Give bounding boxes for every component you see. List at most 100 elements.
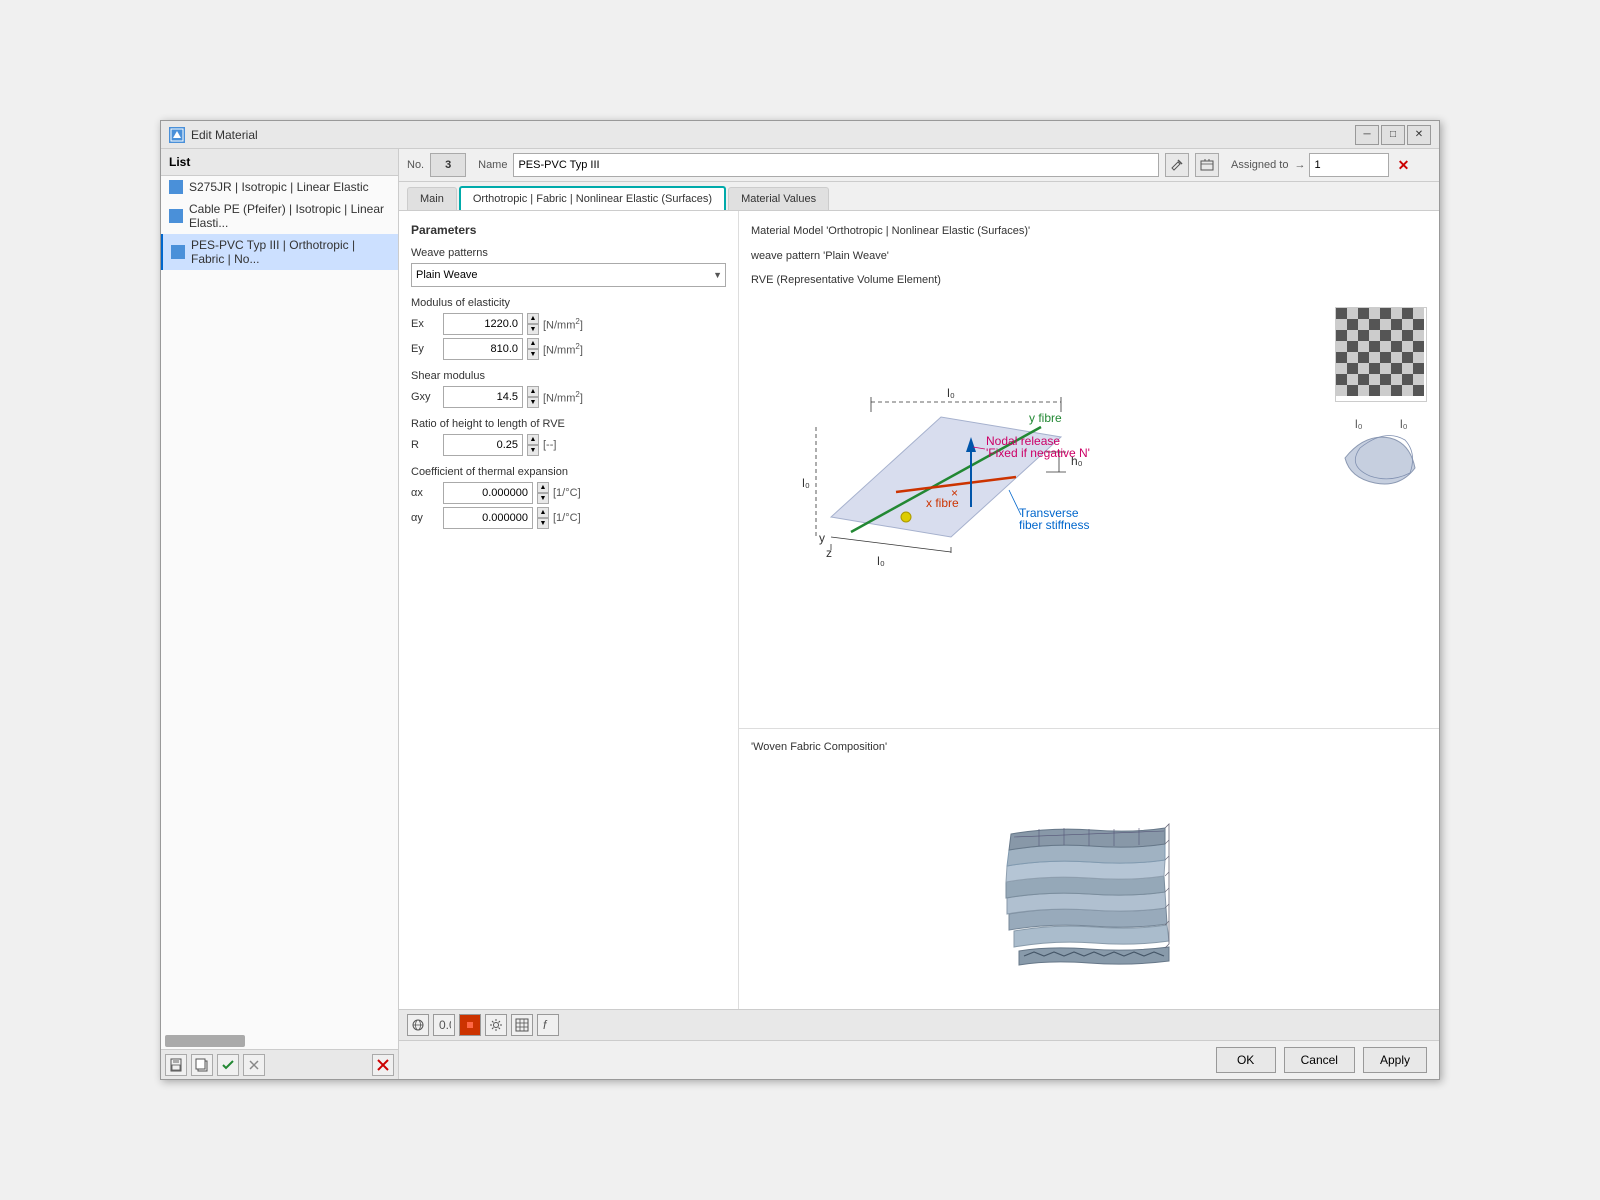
apply-button[interactable]: Apply	[1363, 1047, 1427, 1073]
number-icon-button[interactable]: 0.0	[433, 1014, 455, 1036]
tab-material-values[interactable]: Material Values	[728, 187, 829, 210]
sidebar-scrollbar[interactable]	[165, 1035, 245, 1047]
name-field-group: Name	[478, 153, 1219, 177]
fabric-comp-label: 'Woven Fabric Composition'	[751, 741, 1427, 753]
tab-content: Parameters Weave patterns Plain Weave Tw…	[399, 210, 1439, 1009]
fabric-layers-diagram	[751, 761, 1427, 981]
ax-down-button[interactable]: ▼	[537, 493, 549, 504]
svg-text:fiber stiffness: fiber stiffness	[1019, 518, 1089, 532]
sidebar-item-label-2: Cable PE (Pfeifer) | Isotropic | Linear …	[189, 202, 390, 230]
Ey-label: Ey	[411, 343, 439, 355]
weave-pattern-select[interactable]: Plain Weave Twill Weave Satin Weave	[411, 263, 726, 287]
Ey-up-button[interactable]: ▲	[527, 338, 539, 349]
globe-icon-button[interactable]	[407, 1014, 429, 1036]
sidebar-footer	[161, 1049, 398, 1079]
cancel-button[interactable]: Cancel	[1284, 1047, 1355, 1073]
Ex-unit: [N/mm2]	[543, 317, 583, 332]
copy-list-button[interactable]	[191, 1054, 213, 1076]
function-icon-button[interactable]: f	[537, 1014, 559, 1036]
ay-spinner: ▲ ▼	[537, 507, 549, 529]
ay-label: αy	[411, 512, 439, 524]
save-list-button[interactable]	[165, 1054, 187, 1076]
grid-icon-button[interactable]	[511, 1014, 533, 1036]
Ex-label: Ex	[411, 318, 439, 330]
assigned-input[interactable]	[1309, 153, 1389, 177]
R-down-button[interactable]: ▼	[527, 445, 539, 456]
ay-down-button[interactable]: ▼	[537, 518, 549, 529]
ok-button[interactable]: OK	[1216, 1047, 1276, 1073]
Gxy-unit: [N/mm2]	[543, 390, 583, 405]
sidebar-item-2[interactable]: Cable PE (Pfeifer) | Isotropic | Linear …	[161, 198, 398, 234]
weave-text: weave pattern 'Plain Weave'	[751, 248, 1427, 265]
item-color-1	[169, 180, 183, 194]
tab-main[interactable]: Main	[407, 187, 457, 210]
no-value: 3	[445, 159, 451, 171]
shear-section: Shear modulus Gxy ▲ ▼ [N/mm2]	[411, 370, 726, 408]
uncheck-button[interactable]	[243, 1054, 265, 1076]
Ey-down-button[interactable]: ▼	[527, 349, 539, 360]
minimize-button[interactable]: ─	[1355, 125, 1379, 145]
ax-up-button[interactable]: ▲	[537, 482, 549, 493]
rve-ratio-label: Ratio of height to length of RVE	[411, 418, 726, 430]
svg-text:z: z	[826, 546, 832, 560]
Ex-up-button[interactable]: ▲	[527, 313, 539, 324]
params-title: Parameters	[411, 223, 726, 237]
rve-section: Material Model 'Orthotropic | Nonlinear …	[739, 211, 1439, 729]
weave-patterns-section: Weave patterns Plain Weave Twill Weave S…	[411, 247, 726, 287]
delete-button[interactable]	[372, 1054, 394, 1076]
name-input[interactable]	[513, 153, 1159, 177]
assigned-clear-button[interactable]: ✕	[1393, 155, 1413, 175]
svg-text:l₀: l₀	[1355, 418, 1363, 431]
material-icon-button[interactable]	[459, 1014, 481, 1036]
R-unit: [--]	[543, 439, 556, 451]
R-up-button[interactable]: ▲	[527, 434, 539, 445]
rve-diagram: l₀ l₀	[751, 297, 1319, 570]
Ex-down-button[interactable]: ▼	[527, 324, 539, 335]
sidebar-list: S275JR | Isotropic | Linear Elastic Cabl…	[161, 176, 398, 1033]
edit-name-button[interactable]	[1165, 153, 1189, 177]
main-window: Edit Material ─ □ ✕ List S275JR | Isotro…	[160, 120, 1440, 1080]
svg-text:'Fixed if negative N': 'Fixed if negative N'	[986, 446, 1090, 460]
Gxy-down-button[interactable]: ▼	[527, 397, 539, 408]
ay-input[interactable]	[443, 507, 533, 529]
R-row: R ▲ ▼ [--]	[411, 434, 726, 456]
Gxy-up-button[interactable]: ▲	[527, 386, 539, 397]
check-button[interactable]	[217, 1054, 239, 1076]
tab-orthotropic[interactable]: Orthotropic | Fabric | Nonlinear Elastic…	[459, 186, 726, 210]
rve-text-label: RVE (Representative Volume Element)	[751, 272, 1427, 289]
maximize-button[interactable]: □	[1381, 125, 1405, 145]
modulus-section: Modulus of elasticity Ex ▲ ▼ [N/mm2] Ey	[411, 297, 726, 360]
fabric-section: 'Woven Fabric Composition'	[739, 729, 1439, 1009]
svg-text:l₀: l₀	[802, 476, 810, 490]
close-button[interactable]: ✕	[1407, 125, 1431, 145]
ax-input[interactable]	[443, 482, 533, 504]
sidebar-item-label-3: PES-PVC Typ III | Orthotropic | Fabric |…	[191, 238, 390, 266]
svg-text:l₀: l₀	[947, 386, 955, 400]
sidebar-item-1[interactable]: S275JR | Isotropic | Linear Elastic	[161, 176, 398, 198]
svg-text:×: ×	[951, 486, 958, 500]
bottom-action-bar: OK Cancel Apply	[399, 1040, 1439, 1079]
sidebar-item-label-1: S275JR | Isotropic | Linear Elastic	[189, 180, 369, 194]
title-bar: Edit Material ─ □ ✕	[161, 121, 1439, 149]
R-input[interactable]	[443, 434, 523, 456]
settings-icon-button[interactable]	[485, 1014, 507, 1036]
weave-patterns-label: Weave patterns	[411, 247, 726, 259]
info-button[interactable]	[1195, 153, 1219, 177]
ay-row: αy ▲ ▼ [1/°C]	[411, 507, 726, 529]
model-text: Material Model 'Orthotropic | Nonlinear …	[751, 223, 1427, 240]
Gxy-input[interactable]	[443, 386, 523, 408]
Gxy-row: Gxy ▲ ▼ [N/mm2]	[411, 386, 726, 408]
Ey-spinner: ▲ ▼	[527, 338, 539, 360]
no-label: No.	[407, 159, 424, 171]
Ey-input[interactable]	[443, 338, 523, 360]
ax-label: αx	[411, 487, 439, 499]
Ex-input[interactable]	[443, 313, 523, 335]
Gxy-label: Gxy	[411, 391, 439, 403]
svg-text:f: f	[543, 1018, 548, 1032]
sidebar-header: List	[161, 149, 398, 176]
svg-text:l₀: l₀	[877, 554, 885, 567]
thermal-section: Coefficient of thermal expansion αx ▲ ▼ …	[411, 466, 726, 529]
ay-up-button[interactable]: ▲	[537, 507, 549, 518]
sidebar-item-3[interactable]: PES-PVC Typ III | Orthotropic | Fabric |…	[161, 234, 398, 270]
rve-ratio-section: Ratio of height to length of RVE R ▲ ▼ […	[411, 418, 726, 456]
